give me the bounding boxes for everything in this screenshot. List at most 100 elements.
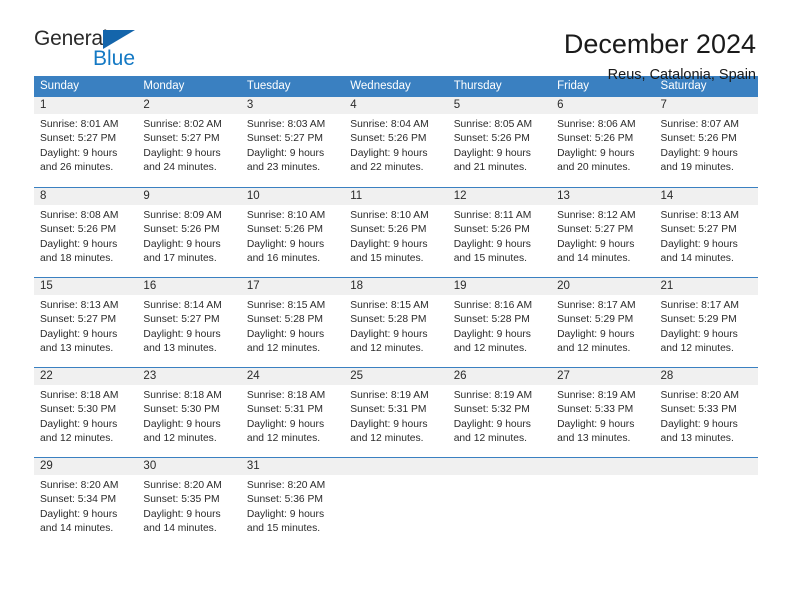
sunrise-time: Sunrise: 8:18 AM	[40, 390, 119, 401]
calendar-weeks: 1 Sunrise: 8:01 AM Sunset: 5:27 PM Daylight…	[34, 97, 758, 538]
sunset-time: Sunset: 5:26 PM	[453, 133, 530, 145]
day-cell[interactable]: 9 Sunrise: 8:09 AM Sunset: 5:26 PM Daylight…	[137, 188, 241, 268]
day-cell[interactable]: 8 Sunrise: 8:08 AM Sunset: 5:26 PM Daylight…	[34, 188, 138, 268]
day-cell[interactable]: 30 Sunrise: 8:20 AM Sunset: 5:35 PM Dayligh…	[137, 458, 241, 538]
daylight-duration-line2: and 12 minutes.	[246, 433, 321, 445]
day-cell[interactable]: 17 Sunrise: 8:15 AM Sunset: 5:28 PM Dayligh…	[240, 278, 345, 358]
day-cell[interactable]: 10 Sunrise: 8:10 AM Sunset: 5:26 PM Dayligh…	[240, 188, 345, 268]
daylight-duration-line2: and 21 minutes.	[453, 162, 527, 174]
day-cell[interactable]: 27 Sunrise: 8:19 AM Sunset: 5:33 PM Dayligh…	[551, 368, 655, 448]
day-number: 22	[34, 368, 138, 385]
day-cell[interactable]: 19 Sunrise: 8:16 AM Sunset: 5:28 PM Dayligh…	[447, 278, 552, 358]
sunset-time: Sunset: 5:26 PM	[557, 133, 634, 145]
sunset-time: Sunset: 5:27 PM	[143, 133, 220, 145]
sunset-time: Sunset: 5:26 PM	[40, 224, 117, 236]
daylight-duration-line2: and 15 minutes.	[350, 253, 424, 265]
day-number	[344, 458, 448, 475]
day-number: 5	[447, 97, 552, 114]
sunset-time: Sunset: 5:36 PM	[246, 494, 323, 506]
day-details: Sunrise: 8:15 AM Sunset: 5:28 PM Daylight:…	[241, 295, 344, 357]
sunrise-time: Sunrise: 8:18 AM	[143, 390, 222, 401]
weekday-header-friday: Friday	[557, 80, 590, 92]
day-cell[interactable]: 22 Sunrise: 8:18 AM Sunset: 5:30 PM Dayligh…	[34, 368, 138, 448]
sunset-time: Sunset: 5:27 PM	[40, 314, 117, 326]
daylight-duration-line1: Daylight: 9 hours	[350, 238, 428, 250]
day-number: 28	[654, 368, 758, 385]
daylight-duration-line1: Daylight: 9 hours	[40, 508, 118, 520]
day-cell[interactable]: 6 Sunrise: 8:06 AM Sunset: 5:26 PM Daylight…	[551, 97, 655, 178]
day-cell[interactable]: 26 Sunrise: 8:19 AM Sunset: 5:32 PM Dayligh…	[447, 368, 552, 448]
daylight-duration-line2: and 16 minutes.	[246, 253, 321, 265]
day-details: Sunrise: 8:13 AM Sunset: 5:27 PM Daylight:…	[34, 295, 137, 357]
day-cell[interactable]: 12 Sunrise: 8:11 AM Sunset: 5:26 PM Dayligh…	[447, 188, 552, 268]
day-number: 30	[137, 458, 241, 475]
sunrise-time: Sunrise: 8:14 AM	[143, 300, 222, 311]
day-number: 10	[240, 188, 345, 205]
day-cell[interactable]: 18 Sunrise: 8:15 AM Sunset: 5:28 PM Dayligh…	[344, 278, 448, 358]
daylight-duration-line2: and 13 minutes.	[557, 433, 631, 445]
day-number: 16	[137, 278, 241, 295]
sunset-time: Sunset: 5:33 PM	[660, 404, 737, 416]
day-details: Sunrise: 8:12 AM Sunset: 5:27 PM Daylight:…	[551, 205, 654, 267]
daylight-duration-line2: and 19 minutes.	[660, 162, 734, 174]
daylight-duration-line2: and 15 minutes.	[246, 523, 321, 535]
day-number: 31	[240, 458, 345, 475]
day-cell[interactable]: 14 Sunrise: 8:13 AM Sunset: 5:27 PM Dayligh…	[654, 188, 758, 268]
day-cell[interactable]: 4 Sunrise: 8:04 AM Sunset: 5:26 PM Daylight…	[344, 97, 448, 178]
day-cell[interactable]: 13 Sunrise: 8:12 AM Sunset: 5:27 PM Dayligh…	[551, 188, 655, 268]
day-number: 1	[34, 97, 138, 114]
daylight-duration-line1: Daylight: 9 hours	[143, 418, 221, 430]
day-cell[interactable]: 29 Sunrise: 8:20 AM Sunset: 5:34 PM Dayligh…	[34, 458, 138, 538]
day-details: Sunrise: 8:16 AM Sunset: 5:28 PM Daylight:…	[448, 295, 551, 357]
day-cell[interactable]: 20 Sunrise: 8:17 AM Sunset: 5:29 PM Dayligh…	[551, 278, 655, 358]
daylight-duration-line2: and 14 minutes.	[143, 523, 217, 535]
day-details	[448, 475, 551, 479]
day-cell[interactable]: 3 Sunrise: 8:03 AM Sunset: 5:27 PM Daylight…	[240, 97, 345, 178]
day-number: 21	[654, 278, 758, 295]
day-details: Sunrise: 8:01 AM Sunset: 5:27 PM Daylight:…	[34, 114, 137, 176]
day-cell[interactable]: 11 Sunrise: 8:10 AM Sunset: 5:26 PM Dayligh…	[344, 188, 448, 268]
week-row: 29 Sunrise: 8:20 AM Sunset: 5:34 PM Dayligh…	[34, 457, 758, 538]
day-cell[interactable]: 21 Sunrise: 8:17 AM Sunset: 5:29 PM Dayligh…	[654, 278, 758, 358]
sunrise-time: Sunrise: 8:13 AM	[40, 300, 119, 311]
day-details	[344, 475, 447, 479]
daylight-duration-line1: Daylight: 9 hours	[40, 418, 118, 430]
day-cell[interactable]: 31 Sunrise: 8:20 AM Sunset: 5:36 PM Dayligh…	[240, 458, 345, 538]
sunset-time: Sunset: 5:31 PM	[246, 404, 323, 416]
day-cell[interactable]: 2 Sunrise: 8:02 AM Sunset: 5:27 PM Daylight…	[137, 97, 241, 178]
day-cell[interactable]: 24 Sunrise: 8:18 AM Sunset: 5:31 PM Dayligh…	[240, 368, 345, 448]
day-cell[interactable]: 16 Sunrise: 8:14 AM Sunset: 5:27 PM Dayligh…	[137, 278, 241, 358]
sunrise-time: Sunrise: 8:09 AM	[143, 210, 222, 221]
sunrise-time: Sunrise: 8:07 AM	[660, 119, 739, 130]
sunset-time: Sunset: 5:29 PM	[557, 314, 634, 326]
sunrise-time: Sunrise: 8:02 AM	[143, 119, 222, 130]
sunrise-time: Sunrise: 8:19 AM	[453, 390, 533, 401]
weekday-header-wednesday: Wednesday	[350, 80, 411, 92]
daylight-duration-line1: Daylight: 9 hours	[350, 418, 428, 430]
daylight-duration-line1: Daylight: 9 hours	[660, 418, 738, 430]
daylight-duration-line1: Daylight: 9 hours	[557, 328, 635, 340]
daylight-duration-line1: Daylight: 9 hours	[40, 147, 118, 159]
day-cell[interactable]: 1 Sunrise: 8:01 AM Sunset: 5:27 PM Daylight…	[34, 97, 138, 178]
day-cell[interactable]: 28 Sunrise: 8:20 AM Sunset: 5:33 PM Dayligh…	[654, 368, 758, 448]
sunset-time: Sunset: 5:30 PM	[143, 404, 220, 416]
day-number: 20	[551, 278, 655, 295]
sunset-time: Sunset: 5:27 PM	[143, 314, 220, 326]
day-cell[interactable]: 25 Sunrise: 8:19 AM Sunset: 5:31 PM Dayligh…	[344, 368, 448, 448]
day-cell[interactable]: 7 Sunrise: 8:07 AM Sunset: 5:26 PM Daylight…	[654, 97, 758, 178]
sunset-time: Sunset: 5:35 PM	[143, 494, 220, 506]
sunset-time: Sunset: 5:29 PM	[660, 314, 737, 326]
day-cell[interactable]: 5 Sunrise: 8:05 AM Sunset: 5:26 PM Daylight…	[447, 97, 552, 178]
daylight-duration-line1: Daylight: 9 hours	[453, 238, 531, 250]
sunrise-time: Sunrise: 8:10 AM	[246, 210, 326, 221]
day-cell[interactable]: 23 Sunrise: 8:18 AM Sunset: 5:30 PM Dayligh…	[137, 368, 241, 448]
day-details: Sunrise: 8:19 AM Sunset: 5:31 PM Daylight:…	[344, 385, 447, 447]
daylight-duration-line2: and 13 minutes.	[143, 343, 217, 355]
general-blue-logo[interactable]: General Blue	[34, 28, 154, 74]
day-details: Sunrise: 8:11 AM Sunset: 5:26 PM Daylight:…	[448, 205, 551, 267]
day-details: Sunrise: 8:10 AM Sunset: 5:26 PM Daylight:…	[344, 205, 447, 267]
sunrise-time: Sunrise: 8:20 AM	[143, 480, 222, 491]
daylight-duration-line2: and 12 minutes.	[143, 433, 217, 445]
day-cell[interactable]: 15 Sunrise: 8:13 AM Sunset: 5:27 PM Dayligh…	[34, 278, 138, 358]
sunset-time: Sunset: 5:27 PM	[660, 224, 737, 236]
